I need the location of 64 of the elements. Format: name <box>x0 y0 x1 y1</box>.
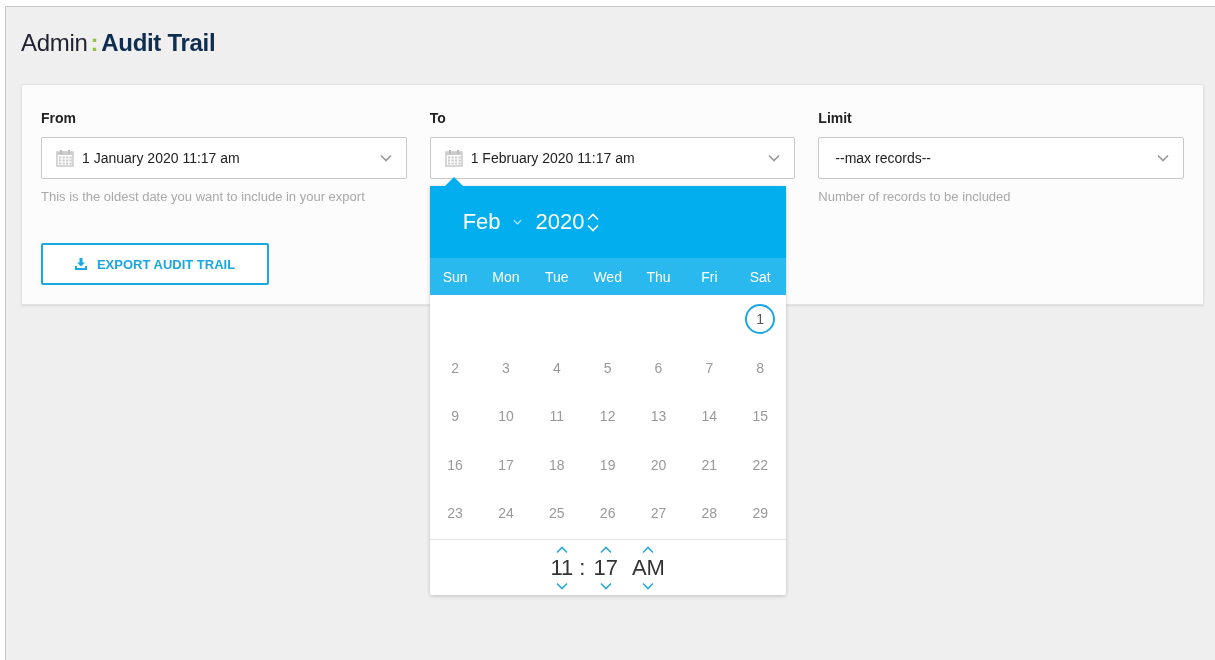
chevron-up-icon[interactable] <box>555 545 568 554</box>
chevron-down-icon[interactable] <box>599 581 612 590</box>
page-title: Admin:Audit Trail <box>21 29 216 57</box>
help-text: Number of records to be included <box>818 189 1011 204</box>
weekday-label: Mon <box>492 268 520 285</box>
chevron-down-icon <box>768 154 781 162</box>
chevron-down-icon <box>1157 154 1169 162</box>
weekday-label: Wed <box>593 268 622 285</box>
chevron-down-icon <box>512 218 522 226</box>
calendar-day[interactable]: 5 <box>592 352 623 383</box>
chevron-down-icon[interactable] <box>555 581 568 590</box>
calendar-day[interactable]: 26 <box>592 498 623 529</box>
calendar-day[interactable]: 3 <box>490 352 521 383</box>
calendar-day[interactable]: 21 <box>694 449 725 480</box>
download-icon <box>74 258 87 270</box>
minute-field[interactable]: 17 <box>593 555 618 580</box>
weekday-label: Fri <box>701 268 718 285</box>
calendar-day[interactable]: 28 <box>694 498 725 529</box>
calendar-day[interactable]: 18 <box>541 449 572 480</box>
help-text: This is the oldest date you want to include in your export <box>41 189 365 204</box>
calendar-day[interactable]: 7 <box>694 352 725 383</box>
weekday-label: Thu <box>646 268 671 285</box>
weekday-label: Tue <box>545 268 569 285</box>
calendar-day[interactable]: 17 <box>490 449 521 480</box>
calendar-icon <box>56 149 74 167</box>
chevron-up-icon[interactable] <box>642 545 655 554</box>
calendar-day[interactable]: 25 <box>541 498 572 529</box>
calendar-day[interactable]: 4 <box>541 352 572 383</box>
calendar-day[interactable]: 16 <box>440 449 471 480</box>
calendar-day[interactable]: 24 <box>490 498 521 529</box>
calendar-day[interactable]: 22 <box>745 449 776 480</box>
field-label: From <box>41 110 76 126</box>
date-field[interactable]: 1 February 2020 11:17 am <box>429 137 796 179</box>
field-label: Limit <box>818 110 852 126</box>
hour-field[interactable]: 11 <box>550 555 574 580</box>
field-label: To <box>429 110 446 126</box>
period-field[interactable]: AM <box>631 555 665 580</box>
calendar-day[interactable]: 12 <box>592 401 623 432</box>
calendar-day[interactable]: 11 <box>541 401 572 432</box>
export-button[interactable]: EXPORT AUDIT TRAIL <box>41 243 269 285</box>
calendar-day[interactable]: 19 <box>592 449 623 480</box>
chevron-down-icon <box>379 154 392 162</box>
calendar-day[interactable]: 29 <box>745 498 776 529</box>
calendar-day[interactable]: 9 <box>440 401 471 432</box>
date-field[interactable]: 1 January 2020 11:17 am <box>41 137 407 179</box>
dropdown-field[interactable]: --max records-- <box>818 137 1184 179</box>
calendar-day[interactable]: 15 <box>745 401 776 432</box>
weekday-label: Sun <box>442 268 468 285</box>
calendar-day[interactable]: 2 <box>440 352 471 383</box>
calendar-day[interactable]: 13 <box>643 401 674 432</box>
chevron-down-icon[interactable] <box>642 581 655 590</box>
calendar-icon <box>444 149 463 167</box>
calendar-day[interactable]: 10 <box>490 401 521 432</box>
calendar-day[interactable]: 6 <box>643 352 674 383</box>
calendar-day[interactable]: 20 <box>643 449 674 480</box>
calendar-day[interactable]: 23 <box>440 498 471 529</box>
calendar-day[interactable]: 8 <box>745 352 776 383</box>
calendar-day[interactable]: 27 <box>643 498 674 529</box>
weekday-label: Sat <box>749 268 771 285</box>
calendar-day[interactable]: 1 <box>745 304 776 335</box>
month-dropdown[interactable]: Feb <box>462 209 522 235</box>
chevron-up-icon[interactable] <box>599 545 612 554</box>
time-separator: : <box>579 554 586 581</box>
calendar-day[interactable]: 14 <box>694 401 725 432</box>
